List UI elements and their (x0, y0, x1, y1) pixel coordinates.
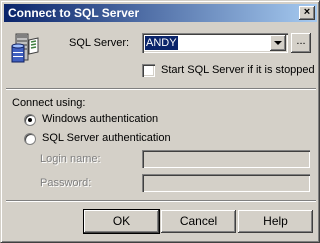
sql-server-value: ANDY (145, 36, 178, 50)
windows-auth-radio[interactable] (24, 114, 36, 126)
sql-server-combobox[interactable]: ANDY (142, 33, 288, 53)
sql-auth-radio[interactable] (24, 133, 36, 145)
windows-auth-label[interactable]: Windows authentication (42, 113, 158, 125)
password-label: Password: (40, 177, 92, 189)
browse-servers-button[interactable]: ... (291, 33, 311, 53)
sql-auth-label[interactable]: SQL Server authentication (42, 132, 171, 144)
divider (6, 88, 316, 90)
cancel-button[interactable]: Cancel (161, 210, 236, 233)
sql-server-icon (11, 33, 39, 63)
title-bar[interactable]: Connect to SQL Server × (4, 4, 317, 22)
dialog-title: Connect to SQL Server (8, 6, 140, 20)
divider (6, 200, 316, 202)
chevron-down-icon[interactable] (270, 35, 286, 51)
login-name-label: Login name: (40, 153, 101, 165)
ok-button[interactable]: OK (84, 210, 159, 233)
close-button[interactable]: × (299, 6, 315, 20)
connect-dialog: Connect to SQL Server × SQL Server: ANDY… (0, 0, 320, 243)
start-server-label[interactable]: Start SQL Server if it is stopped (161, 64, 315, 76)
start-server-checkbox[interactable] (142, 64, 155, 77)
sql-server-label: SQL Server: (69, 37, 130, 49)
password-input[interactable] (142, 174, 310, 192)
connect-using-heading: Connect using: (12, 97, 86, 109)
help-button[interactable]: Help (238, 210, 313, 233)
login-name-input[interactable] (142, 150, 310, 168)
